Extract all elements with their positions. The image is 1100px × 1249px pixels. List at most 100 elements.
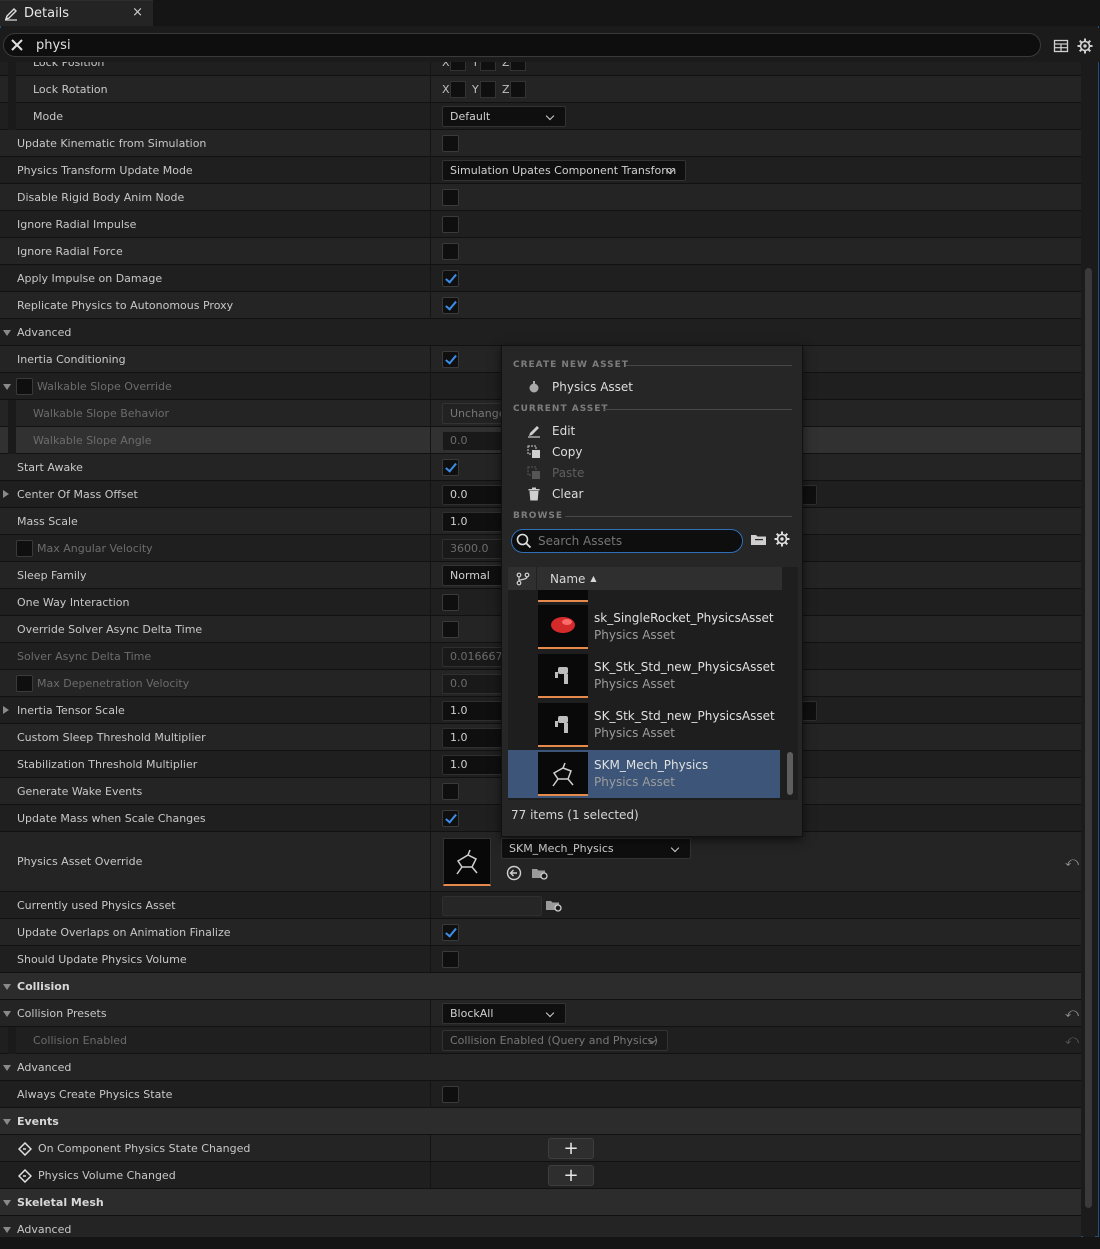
row-update-kinematic: Update Kinematic from Simulation (0, 130, 1081, 157)
transform-update-mode-dropdown[interactable]: Simulation Upates Component Transform (442, 160, 686, 181)
row-collision-presets: Collision Presets BlockAll ⤺ (0, 1000, 1081, 1027)
lock-rot-x-checkbox[interactable] (450, 81, 466, 98)
lock-pos-z-checkbox[interactable] (510, 62, 526, 71)
expand-arrow-icon[interactable] (3, 1065, 11, 1071)
expand-arrow-icon[interactable] (3, 1119, 11, 1125)
row-advanced-2[interactable]: Advanced (0, 1054, 1081, 1081)
expand-arrow-icon[interactable] (3, 330, 11, 336)
tab-details[interactable]: Details × (0, 0, 153, 26)
search-box[interactable] (3, 33, 1041, 57)
should-update-volume-checkbox[interactable] (442, 951, 459, 968)
asset-thumbnail (538, 654, 588, 698)
folder-icon[interactable] (750, 532, 768, 551)
replicate-physics-checkbox[interactable] (442, 297, 459, 314)
currently-used-field (442, 896, 542, 916)
expand-arrow-icon[interactable] (3, 706, 9, 714)
asset-search-input[interactable] (538, 534, 728, 548)
row-currently-used: Currently used Physics Asset (0, 892, 1081, 919)
expand-arrow-icon[interactable] (3, 984, 11, 990)
inertia-tensor-z-field[interactable] (802, 701, 817, 721)
expand-arrow-icon[interactable] (3, 1227, 11, 1233)
row-physics-asset-override: Physics Asset Override SKM_Mech_Physics … (0, 832, 1081, 892)
menu-item-copy[interactable]: Copy (526, 442, 582, 462)
asset-item-partial[interactable] (508, 590, 780, 602)
category-skeletal-mesh[interactable]: Skeletal Mesh (0, 1189, 1081, 1216)
ignore-radial-impulse-checkbox[interactable] (442, 216, 459, 233)
start-awake-checkbox[interactable] (442, 459, 459, 476)
close-icon[interactable]: × (132, 5, 143, 20)
column-name-header[interactable]: Name (550, 572, 585, 586)
collision-presets-dropdown[interactable]: BlockAll (442, 1003, 566, 1024)
physics-asset-dropdown[interactable]: SKM_Mech_Physics (501, 838, 691, 859)
add-event-button[interactable]: + (548, 1165, 594, 1186)
reset-to-default-icon[interactable]: ⤺ (1065, 1006, 1079, 1021)
max-depenetration-checkbox[interactable] (16, 675, 33, 692)
asset-thumbnail (538, 752, 588, 796)
menu-item-edit[interactable]: Edit (526, 421, 575, 441)
asset-item[interactable]: SK_Stk_Std_new_PhysicsAsset Physics Asse… (508, 652, 780, 700)
tab-bar: Details × (0, 0, 1100, 26)
category-events[interactable]: Events (0, 1108, 1081, 1135)
update-kinematic-checkbox[interactable] (442, 135, 459, 152)
asset-item[interactable]: SK_Stk_Std_new_PhysicsAsset Physics Asse… (508, 701, 780, 749)
settings-gear-icon[interactable] (1076, 37, 1094, 55)
expand-arrow-icon[interactable] (3, 384, 11, 390)
inertia-conditioning-checkbox[interactable] (442, 351, 459, 368)
row-should-update-volume: Should Update Physics Volume (0, 946, 1081, 973)
update-mass-checkbox[interactable] (442, 810, 459, 827)
scrollbar-thumb[interactable] (1085, 268, 1092, 1208)
one-way-checkbox[interactable] (442, 594, 459, 611)
reset-to-default-icon[interactable]: ⤺ (1065, 855, 1079, 870)
list-scrollbar-thumb[interactable] (787, 752, 793, 795)
walkable-slope-override-checkbox[interactable] (16, 378, 33, 395)
generate-wake-checkbox[interactable] (442, 783, 459, 800)
ignore-radial-force-checkbox[interactable] (442, 243, 459, 260)
row-advanced[interactable]: Advanced (0, 319, 1081, 346)
use-selected-icon[interactable] (506, 865, 522, 884)
search-input[interactable] (36, 37, 936, 53)
reset-to-default-icon[interactable]: ⤺ (1065, 1033, 1079, 1048)
override-solver-checkbox[interactable] (442, 621, 459, 638)
add-event-button[interactable]: + (548, 1138, 594, 1159)
always-create-checkbox[interactable] (442, 1086, 459, 1103)
asset-thumbnail[interactable] (443, 838, 491, 886)
row-advanced-3[interactable]: Advanced (0, 1216, 1081, 1237)
max-angular-velocity-checkbox[interactable] (16, 540, 33, 557)
search-icon (516, 533, 532, 549)
asset-item[interactable]: sk_SingleRocket_PhysicsAsset Physics Ass… (508, 603, 780, 651)
mode-dropdown[interactable]: Default (442, 106, 566, 127)
row-ignore-radial-force: Ignore Radial Force (0, 238, 1081, 265)
table-view-icon[interactable] (1052, 37, 1070, 55)
asset-search-box[interactable] (511, 529, 743, 553)
update-overlaps-checkbox[interactable] (442, 924, 459, 941)
menu-item-physics-asset[interactable]: Physics Asset (526, 377, 633, 397)
center-of-mass-z-field[interactable] (802, 485, 817, 505)
lock-rot-y-checkbox[interactable] (480, 81, 496, 98)
expand-arrow-icon[interactable] (3, 1200, 11, 1206)
lock-pos-y-checkbox[interactable] (480, 62, 496, 71)
source-control-icon[interactable] (516, 572, 530, 586)
clear-search-icon[interactable] (4, 38, 30, 52)
menu-item-paste[interactable]: Paste (526, 463, 584, 483)
category-collision[interactable]: Collision (0, 973, 1081, 1000)
expand-arrow-icon[interactable] (3, 1011, 11, 1017)
event-diamond-icon (17, 1141, 33, 1159)
settings-gear-icon[interactable] (774, 531, 790, 550)
lock-rot-z-checkbox[interactable] (510, 81, 526, 98)
row-on-component-changed: On Component Physics State Changed + (0, 1135, 1081, 1162)
lock-pos-x-checkbox[interactable] (450, 62, 466, 71)
pencil-icon (4, 7, 18, 21)
apply-impulse-checkbox[interactable] (442, 270, 459, 287)
browse-folder-icon[interactable] (545, 897, 563, 916)
collision-enabled-dropdown[interactable]: Collision Enabled (Query and Physics) (442, 1030, 668, 1051)
asset-thumbnail (538, 590, 588, 602)
section-browse: BROWSE (513, 511, 793, 521)
expand-arrow-icon[interactable] (3, 490, 9, 498)
asset-item-selected[interactable]: SKM_Mech_Physics Physics Asset (508, 750, 780, 798)
browse-folder-icon[interactable] (531, 865, 549, 884)
vertical-scrollbar[interactable] (1083, 62, 1095, 1237)
disable-rigid-checkbox[interactable] (442, 189, 459, 206)
menu-item-clear[interactable]: Clear (526, 484, 583, 504)
item-count: 77 items (1 selected) (511, 808, 639, 822)
asset-thumbnail (538, 605, 588, 649)
